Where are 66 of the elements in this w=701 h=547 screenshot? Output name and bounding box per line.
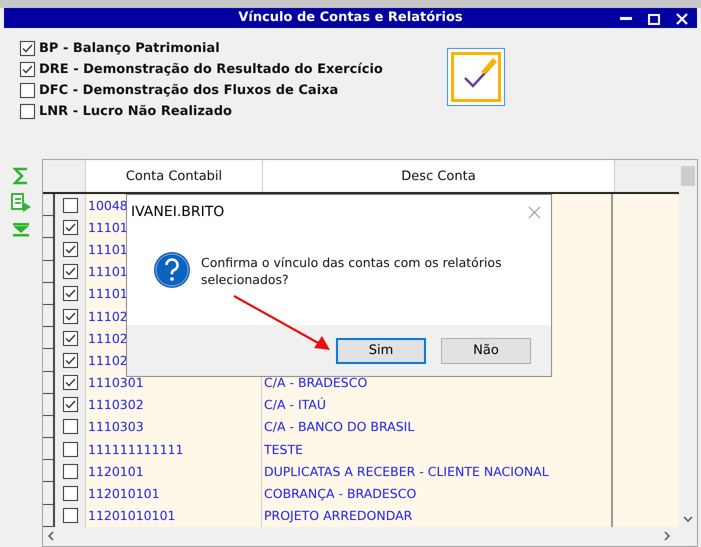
close-icon[interactable]: [676, 13, 688, 25]
dialog-title: IVANEI.BRITO: [131, 204, 224, 220]
table-row[interactable]: 1110302 C/A - ITAÚ: [43, 394, 680, 416]
checkbox[interactable]: [62, 375, 78, 390]
table-row[interactable]: 1120101 DUPLICATAS A RECEBER - CLIENTE NACIONAL: [43, 460, 680, 482]
checkbox[interactable]: [62, 419, 78, 434]
table-cell: C/A - ITAÚ: [264, 397, 326, 412]
report-label: DRE - Demonstração do Resultado do Exercício: [39, 62, 383, 77]
table-cell: 11102: [88, 352, 128, 368]
checkbox[interactable]: [62, 352, 78, 368]
table-cell: PROJETO ARREDONDAR: [264, 508, 412, 524]
table-row[interactable]: 111111111111 TESTE: [43, 438, 680, 460]
table-row[interactable]: 11201010101 PROJETO ARREDONDAR: [43, 504, 680, 527]
table-cell: 1110301: [88, 375, 144, 390]
checkbox[interactable]: [62, 397, 78, 412]
table-cell: C/A - BANCO DO BRASIL: [264, 419, 414, 434]
checkbox[interactable]: [62, 464, 78, 479]
checkbox[interactable]: [20, 83, 35, 98]
table-cell: 1110302: [88, 397, 144, 412]
table-cell: 11101: [88, 220, 128, 235]
table-row[interactable]: 1110303 C/A - BANCO DO BRASIL: [43, 416, 680, 438]
checkbox[interactable]: [62, 308, 78, 324]
report-label: BP - Balanço Patrimonial: [39, 41, 220, 56]
question-icon: [153, 251, 191, 289]
table-cell: 111111111111: [88, 442, 184, 457]
dialog-button[interactable]: Sim: [336, 338, 426, 364]
checkbox[interactable]: [62, 286, 78, 302]
checkbox[interactable]: [62, 220, 78, 235]
table-cell: COBRANÇA - BRADESCO: [264, 486, 416, 502]
checkbox[interactable]: [62, 198, 78, 213]
window-title: Vínculo de Contas e Relatórios: [238, 10, 463, 26]
table-cell: DUPLICATAS A RECEBER - CLIENTE NACIONAL: [264, 464, 549, 479]
checkbox[interactable]: [62, 242, 78, 257]
table-cell: 10048: [88, 198, 128, 213]
table-row[interactable]: 112010101 COBRANÇA - BRADESCO: [43, 482, 680, 505]
arrow-icon: [232, 294, 332, 352]
table-cell: 11102: [88, 330, 128, 346]
dialog-message: Confirma o vínculo das contas com os relatórios selecionados?: [201, 254, 503, 288]
checkbox[interactable]: [20, 62, 35, 77]
table-cell: 11201010101: [88, 508, 176, 524]
minimize-icon[interactable]: [620, 17, 632, 21]
table-cell: 1110303: [88, 419, 144, 434]
column-header[interactable]: Desc Conta: [263, 160, 615, 192]
dialog-button[interactable]: Não: [441, 338, 531, 364]
scrollbar-thumb[interactable]: [681, 166, 696, 186]
table-cell: TESTE: [264, 442, 304, 457]
checkbox[interactable]: [62, 442, 78, 457]
checkbox[interactable]: [20, 104, 35, 119]
export-icon[interactable]: [10, 192, 32, 214]
confirm-button[interactable]: [447, 48, 505, 106]
checkbox[interactable]: [62, 508, 78, 524]
maximize-icon[interactable]: [648, 14, 660, 24]
report-label: DFC - Demonstração dos Fluxos de Caixa: [39, 83, 338, 98]
checkbox[interactable]: [20, 41, 35, 56]
table-cell: 1120101: [88, 464, 144, 479]
checkbox[interactable]: [62, 486, 78, 502]
table-cell: 112010101: [88, 486, 160, 502]
table-cell: C/A - BRADESCO: [264, 375, 368, 390]
checkbox[interactable]: [62, 264, 78, 280]
report-label: LNR - Lucro Não Realizado: [39, 104, 232, 119]
checkbox[interactable]: [62, 330, 78, 346]
table-cell: 11101: [88, 264, 128, 280]
table-cell: 11101: [88, 286, 128, 302]
column-header[interactable]: Conta Contabil: [86, 160, 263, 192]
table-cell: 11101: [88, 242, 128, 257]
table-cell: 11102: [88, 308, 128, 324]
